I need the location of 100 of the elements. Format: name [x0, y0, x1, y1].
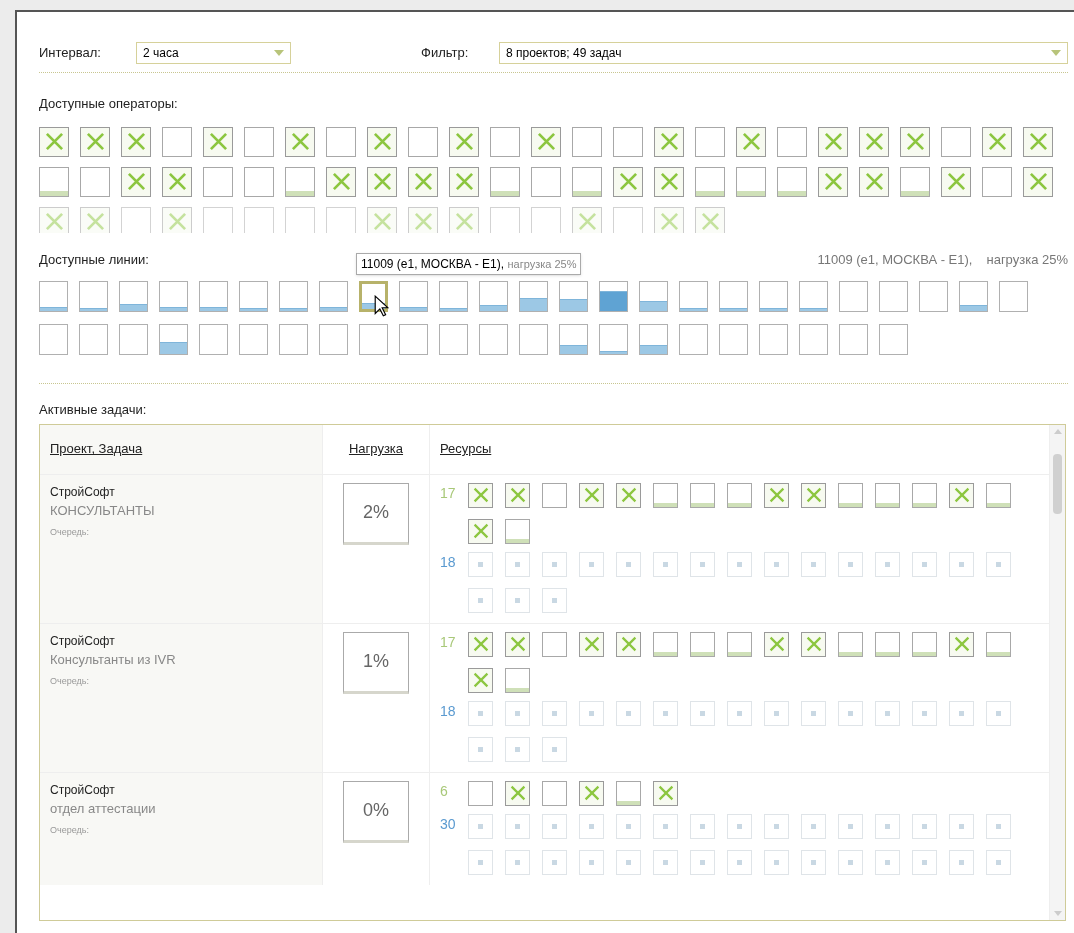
line-slot[interactable]	[764, 551, 789, 577]
line-slot[interactable]	[542, 736, 567, 762]
operator-box[interactable]	[326, 126, 356, 157]
operator-box[interactable]	[367, 126, 397, 157]
line-slot[interactable]	[616, 813, 641, 839]
operator-box[interactable]	[859, 166, 889, 197]
operator-box[interactable]	[613, 126, 643, 157]
scroll-up-icon[interactable]	[1053, 428, 1062, 434]
operator-box[interactable]	[695, 126, 725, 157]
operator-box[interactable]	[285, 166, 315, 197]
operator-box[interactable]	[1023, 126, 1053, 157]
operator-box[interactable]	[326, 166, 356, 197]
line-slot[interactable]	[949, 849, 974, 875]
line-slot[interactable]	[653, 700, 678, 726]
line-slot[interactable]	[875, 551, 900, 577]
operator-box[interactable]	[838, 631, 863, 657]
operator-box[interactable]	[653, 482, 678, 508]
operator-box[interactable]	[505, 631, 530, 657]
operator-box[interactable]	[690, 482, 715, 508]
line-slot[interactable]	[875, 700, 900, 726]
operator-box[interactable]	[490, 166, 520, 197]
operator-box[interactable]	[949, 631, 974, 657]
line-slot[interactable]	[875, 849, 900, 875]
line-slot[interactable]	[838, 551, 863, 577]
line-slot[interactable]	[616, 551, 641, 577]
operator-box[interactable]	[121, 126, 151, 157]
operator-box[interactable]	[818, 126, 848, 157]
column-header[interactable]: Нагрузка	[348, 439, 404, 459]
operator-box[interactable]	[949, 482, 974, 508]
operator-box[interactable]	[727, 631, 752, 657]
line-slot[interactable]	[616, 700, 641, 726]
line-slot[interactable]	[468, 551, 493, 577]
operator-box[interactable]	[838, 482, 863, 508]
operator-box[interactable]	[579, 631, 604, 657]
operator-box[interactable]	[616, 631, 641, 657]
line-slot[interactable]	[690, 849, 715, 875]
line-slot[interactable]	[690, 813, 715, 839]
operator-box[interactable]	[875, 631, 900, 657]
operator-box[interactable]	[695, 166, 725, 197]
line-slot[interactable]	[838, 700, 863, 726]
operator-box[interactable]	[912, 631, 937, 657]
operator-box[interactable]	[80, 166, 110, 197]
operator-box[interactable]	[285, 126, 315, 157]
line-slot[interactable]	[468, 736, 493, 762]
operator-box[interactable]	[654, 166, 684, 197]
line-slot[interactable]	[801, 813, 826, 839]
operator-box[interactable]	[121, 166, 151, 197]
line-slot[interactable]	[542, 849, 567, 875]
operator-box[interactable]	[859, 126, 889, 157]
line-slot[interactable]	[653, 551, 678, 577]
operator-box[interactable]	[875, 482, 900, 508]
line-slot[interactable]	[690, 551, 715, 577]
line-slot[interactable]	[653, 813, 678, 839]
line-slot[interactable]	[505, 587, 530, 613]
operator-box[interactable]	[449, 166, 479, 197]
line-slot[interactable]	[468, 813, 493, 839]
line-slot[interactable]	[838, 849, 863, 875]
line-slot[interactable]	[579, 700, 604, 726]
operator-box[interactable]	[818, 166, 848, 197]
line-slot[interactable]	[579, 551, 604, 577]
line-slot[interactable]	[764, 813, 789, 839]
line-slot[interactable]	[505, 813, 530, 839]
line-slot[interactable]	[468, 587, 493, 613]
operator-box[interactable]	[468, 780, 493, 806]
operator-box[interactable]	[736, 166, 766, 197]
operator-box[interactable]	[203, 126, 233, 157]
operator-box[interactable]	[408, 126, 438, 157]
operator-box[interactable]	[982, 126, 1012, 157]
line-slot[interactable]	[801, 551, 826, 577]
operator-box[interactable]	[654, 126, 684, 157]
line-slot[interactable]	[727, 551, 752, 577]
operator-box[interactable]	[941, 166, 971, 197]
line-slot[interactable]	[727, 849, 752, 875]
line-slot[interactable]	[912, 551, 937, 577]
line-slot[interactable]	[505, 700, 530, 726]
operator-box[interactable]	[1023, 166, 1053, 197]
line-slot[interactable]	[542, 813, 567, 839]
operator-box[interactable]	[468, 631, 493, 657]
line-slot[interactable]	[505, 551, 530, 577]
line-slot[interactable]	[986, 551, 1011, 577]
operator-box[interactable]	[244, 166, 274, 197]
scroll-down-icon[interactable]	[1053, 910, 1062, 916]
dropdown[interactable]: 8 проектов; 49 задач	[499, 42, 1068, 64]
line-slot[interactable]	[912, 813, 937, 839]
operator-box[interactable]	[505, 780, 530, 806]
line-slot[interactable]	[468, 849, 493, 875]
line-slot[interactable]	[542, 551, 567, 577]
operator-box[interactable]	[690, 631, 715, 657]
operator-box[interactable]	[80, 126, 110, 157]
line-slot[interactable]	[764, 849, 789, 875]
operator-box[interactable]	[579, 482, 604, 508]
line-slot[interactable]	[949, 551, 974, 577]
column-header[interactable]: Ресурсы	[440, 439, 492, 459]
operator-box[interactable]	[613, 166, 643, 197]
line-slot[interactable]	[542, 587, 567, 613]
line-slot[interactable]	[986, 813, 1011, 839]
operator-box[interactable]	[764, 631, 789, 657]
operator-box[interactable]	[986, 631, 1011, 657]
operator-box[interactable]	[542, 780, 567, 806]
operator-box[interactable]	[244, 126, 274, 157]
